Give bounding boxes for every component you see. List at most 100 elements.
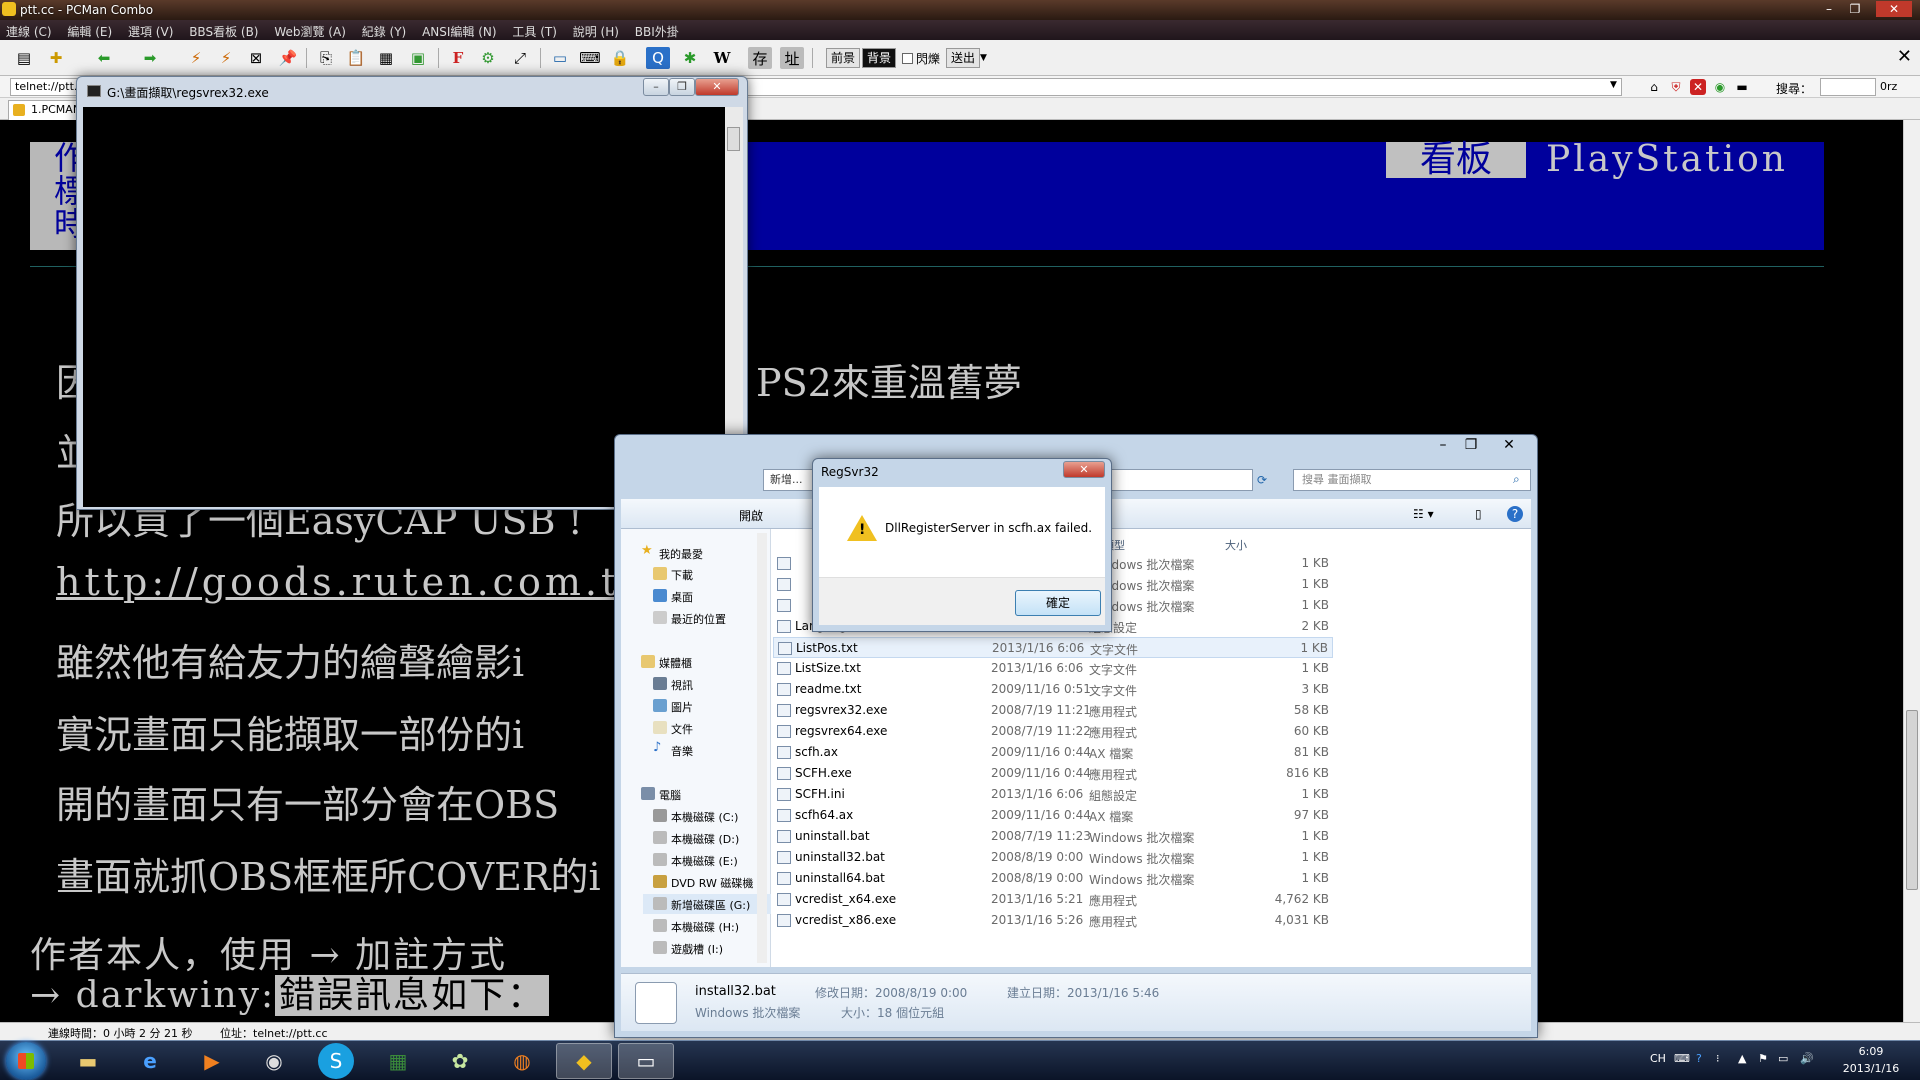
scrollbar-thumb[interactable] [1906,710,1918,890]
menu-options[interactable]: 選項 (V) [122,20,179,40]
keyboard-tray-icon[interactable]: ⌨ [1674,1052,1690,1065]
article-link[interactable]: http://goods.ruten.com.tw [56,560,657,604]
menu-bbs[interactable]: BBS看板 (B) [183,20,264,40]
explorer-search-input[interactable]: 搜尋 畫面擷取 [1293,469,1531,491]
fullscreen-icon[interactable]: ⤢ [508,47,532,69]
disconnect-icon[interactable]: ⚡ [184,47,208,69]
file-row[interactable]: uninstall32.bat 2008/8/19 0:00 Windows 批次檔… [773,847,1333,868]
forward-arrow-icon[interactable]: ➡ [138,47,162,69]
ok-button[interactable]: 確定 [1015,590,1101,616]
file-row[interactable]: uninstall.bat 2008/7/19 11:23 Windows 批次檔案… [773,826,1333,847]
start-button[interactable] [6,1042,46,1080]
console-close-button[interactable]: ✕ [695,78,739,96]
file-row[interactable]: vcredist_x64.exe 2013/1/16 5:21 應用程式 4,762 … [773,889,1333,910]
new-connection-icon[interactable]: ✚ [44,47,68,69]
ime-tray-icon[interactable]: ⁝ [1716,1052,1720,1065]
search-engine-icon[interactable]: Q [646,47,670,69]
menu-log[interactable]: 紀錄 (Y) [356,20,413,40]
obs-taskbar-icon[interactable]: ◉ [246,1043,302,1079]
firefox-taskbar-icon[interactable]: ◍ [494,1043,550,1079]
console-taskbar-icon[interactable]: ▭ [618,1043,674,1079]
keyboard-icon[interactable]: ⌨ [578,47,602,69]
file-row[interactable]: regsvrex64.exe 2008/7/19 11:22 應用程式 60 KB [773,721,1333,742]
help-tray-icon[interactable]: ? [1696,1052,1702,1065]
volume-icon[interactable]: 🔊 [1800,1052,1814,1065]
back-arrow-icon[interactable]: ⬅ [92,47,116,69]
menu-bbi[interactable]: BBI外掛 [629,20,685,40]
menu-connect[interactable]: 連線 (C) [0,20,58,40]
flag-icon[interactable]: ⚑ [1758,1052,1768,1065]
search-input[interactable] [1820,78,1876,96]
explorer-close-button[interactable]: ✕ [1487,437,1531,455]
system-clock[interactable]: 6:09 2013/1/16 [1836,1043,1906,1077]
network-tray-icon[interactable]: ▭ [1778,1052,1788,1065]
menu-tools[interactable]: 工具 (T) [506,20,563,40]
file-row[interactable]: regsvrex32.exe 2008/7/19 11:21 應用程式 58 KB [773,700,1333,721]
file-row[interactable]: scfh64.ax 2009/11/16 0:44 AX 檔案 97 KB [773,805,1333,826]
file-row[interactable]: SCFH.ini 2013/1/16 6:06 組態設定 1 KB [773,784,1333,805]
file-row[interactable]: readme.txt 2009/11/16 0:51 文字文件 3 KB [773,679,1333,700]
settings-gear-icon[interactable]: ⚙ [476,47,500,69]
select-all-icon[interactable]: ▦ [374,47,398,69]
file-row[interactable]: uninstall64.bat 2008/8/19 0:00 Windows 批次檔… [773,868,1333,889]
console-maximize-button[interactable]: ❐ [669,78,695,96]
dialog-close-button[interactable]: ✕ [1063,461,1105,478]
search-icon[interactable]: ⌕ [1513,472,1520,487]
foreground-color-button[interactable]: 前景 [826,48,861,68]
sitelist-icon[interactable]: ▤ [12,47,36,69]
close-toolbar-icon[interactable]: ✕ [1897,46,1912,67]
wikipedia-icon[interactable]: W [710,47,734,69]
send-dropdown-icon[interactable]: ▼ [980,53,987,63]
preview-pane-icon[interactable]: ▯ [1475,507,1482,521]
explorer-minimize-button[interactable]: – [1429,437,1457,455]
terminal-scrollbar[interactable] [1903,120,1920,1022]
zoom-select[interactable]: 0rz [1880,80,1897,93]
menu-ansi[interactable]: ANSI編輯 (N) [416,20,503,40]
tree-drive-g[interactable]: 新增磁碟區 (G:) [643,894,771,914]
menu-help[interactable]: 說明 (H) [567,20,625,40]
minimize-button[interactable]: – [1816,1,1842,17]
screenshot-icon[interactable]: ▣ [406,47,430,69]
explorer-taskbar-icon[interactable]: ▬ [60,1043,116,1079]
skype-taskbar-icon[interactable]: S [318,1043,354,1079]
stop-icon[interactable]: ✕ [1690,79,1706,95]
file-row[interactable]: ListPos.txt 2013/1/16 6:06 文字文件 1 KB [773,637,1333,658]
file-row[interactable]: scfh.ax 2009/11/16 0:44 AX 檔案 81 KB [773,742,1333,763]
copy-icon[interactable]: ⎘ [314,47,338,69]
open-button[interactable]: 開啟 [739,507,763,524]
media-player-taskbar-icon[interactable]: ▶ [184,1043,240,1079]
file-row[interactable]: ListSize.txt 2013/1/16 6:06 文字文件 1 KB [773,658,1333,679]
window-icon[interactable]: ▭ [548,47,572,69]
pin-icon[interactable]: 📌 [276,47,300,69]
close-button[interactable]: ✕ [1876,1,1912,17]
ie-taskbar-icon[interactable]: e [122,1043,178,1079]
input-language[interactable]: CH [1650,1052,1666,1065]
file-row[interactable]: SCFH.exe 2009/11/16 0:44 應用程式 816 KB [773,763,1333,784]
menu-web[interactable]: Web瀏覽 (A) [268,20,352,40]
reconnect-icon[interactable]: ⚡ [214,47,238,69]
close-tab-icon[interactable]: ⊠ [244,47,268,69]
save-icon[interactable]: 存 [748,47,772,69]
globe-icon[interactable]: ◉ [1712,79,1728,95]
maximize-button[interactable]: ❐ [1842,1,1868,17]
address-dropdown-icon[interactable]: ▼ [1610,80,1617,90]
address-icon[interactable]: 址 [780,47,804,69]
tree-scrollbar[interactable] [757,533,767,963]
home-icon[interactable]: ⌂ [1646,79,1662,95]
blink-checkbox[interactable] [902,53,913,64]
column-size[interactable]: 大小 [1225,537,1247,553]
font-icon[interactable]: F [446,47,470,69]
help-icon[interactable]: ? [1507,506,1523,522]
refresh-icon[interactable]: ⟳ [1257,473,1267,487]
network-taskbar-icon[interactable]: ✿ [432,1043,488,1079]
print-icon[interactable]: ▬ [1734,79,1750,95]
spreadsheet-taskbar-icon[interactable]: ▦ [370,1043,426,1079]
background-color-button[interactable]: 背景 [862,48,897,68]
puzzle-icon[interactable]: ✱ [678,47,702,69]
console-scroll-thumb[interactable] [727,127,740,151]
view-options-icon[interactable]: ☷ ▾ [1413,507,1434,521]
explorer-maximize-button[interactable]: ❐ [1457,437,1485,455]
lock-icon[interactable]: 🔒 [608,47,632,69]
send-button[interactable]: 送出 [946,48,981,68]
show-hidden-icons[interactable]: ▲ [1738,1052,1746,1065]
